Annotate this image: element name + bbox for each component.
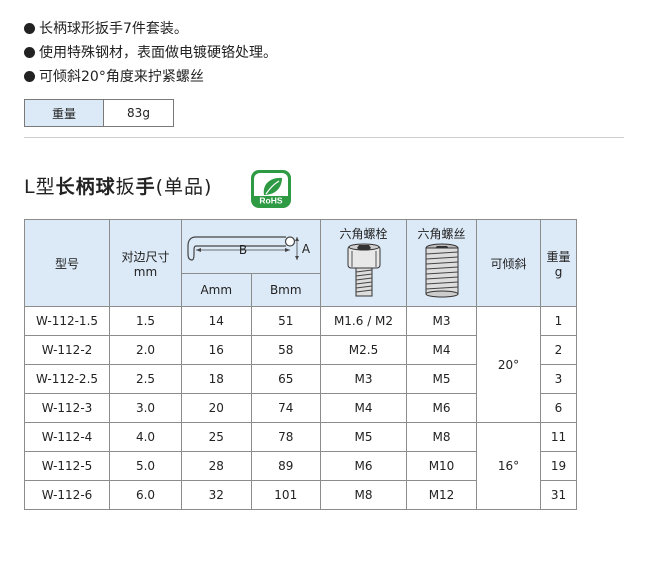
weight-value: 83g [103, 99, 174, 127]
cell-model: W-112-2.5 [24, 364, 110, 394]
cell-a: 16 [181, 335, 252, 365]
cell-model: W-112-2 [24, 335, 110, 365]
cell-bolt: M5 [320, 422, 407, 452]
feature-text: 可倾斜20°角度来拧紧螺丝 [39, 69, 204, 85]
header-b: Bmm [250, 273, 321, 307]
header-a: Amm [181, 273, 252, 307]
feature-text: 使用特殊钢材，表面做电镀硬铬处理。 [39, 45, 277, 61]
cell-bolt: M4 [320, 393, 407, 423]
bullet-icon [24, 46, 35, 58]
cell-b: 89 [250, 451, 321, 481]
cell-screw: M3 [406, 306, 477, 336]
cell-weight: 6 [540, 393, 577, 423]
cell-size: 5.0 [109, 451, 182, 481]
cell-model: W-112-3 [24, 393, 110, 423]
cell-b: 51 [250, 306, 321, 336]
rohs-logo: RoHS [251, 170, 291, 208]
header-tilt: 可倾斜 [476, 219, 541, 307]
cell-model: W-112-6 [24, 480, 110, 510]
cell-weight: 1 [540, 306, 577, 336]
cell-model: W-112-4 [24, 422, 110, 452]
wrench-drawing-icon: B A [187, 236, 311, 261]
cell-bolt: M1.6 / M2 [320, 306, 407, 336]
cell-size: 3.0 [109, 393, 182, 423]
cell-size: 2.5 [109, 364, 182, 394]
cell-screw: M4 [406, 335, 477, 365]
header-hex-screw: 六角螺丝 [406, 219, 477, 307]
cell-a: 25 [181, 422, 252, 452]
cell-bolt: M8 [320, 480, 407, 510]
cell-tilt-group: 16° [476, 422, 541, 510]
svg-text:A: A [302, 242, 311, 256]
cell-bolt: M2.5 [320, 335, 407, 365]
cell-b: 58 [250, 335, 321, 365]
cell-b: 101 [250, 480, 321, 510]
header-weight: 重量 g [540, 219, 577, 307]
cell-a: 20 [181, 393, 252, 423]
cell-a: 18 [181, 364, 252, 394]
cell-a: 14 [181, 306, 252, 336]
cell-a: 32 [181, 480, 252, 510]
svg-text:B: B [239, 243, 247, 257]
table-row: W-112-1.5 1.5 14 51 M1.6 / M2 M3 20° 1 [24, 306, 577, 423]
cell-b: 65 [250, 364, 321, 394]
cell-screw: M12 [406, 480, 477, 510]
header-model: 型号 [24, 219, 110, 307]
cell-size: 2.0 [109, 335, 182, 365]
hex-screw-icon [425, 243, 458, 298]
cell-tilt-group: 20° [476, 306, 541, 423]
cell-screw: M5 [406, 364, 477, 394]
bullet-icon [24, 22, 35, 34]
cell-weight: 2 [540, 335, 577, 365]
cell-size: 4.0 [109, 422, 182, 452]
cell-weight: 31 [540, 480, 577, 510]
header-size: 对边尺寸 mm [109, 219, 182, 307]
cell-weight: 3 [540, 364, 577, 394]
table-row: W-112-4 4.0 25 78 M5 M8 16° 11 [24, 422, 577, 510]
cell-size: 1.5 [109, 306, 182, 336]
header-dimension-drawing: B A [181, 219, 321, 274]
cell-b: 78 [250, 422, 321, 452]
feature-list: 长柄球形扳手7件套装。 使用特殊钢材，表面做电镀硬铬处理。 可倾斜20°角度来拧… [24, 16, 277, 88]
feature-item: 长柄球形扳手7件套装。 [24, 16, 277, 40]
svg-text:RoHS: RoHS [259, 196, 282, 206]
section-title: L型长柄球扳手(单品) [24, 176, 213, 198]
cell-model: W-112-5 [24, 451, 110, 481]
cell-screw: M8 [406, 422, 477, 452]
feature-text: 长柄球形扳手7件套装。 [39, 21, 188, 37]
cell-size: 6.0 [109, 480, 182, 510]
header-hex-bolt: 六角螺栓 [320, 219, 407, 307]
weight-summary: 重量 83g [24, 99, 174, 127]
cell-bolt: M3 [320, 364, 407, 394]
cell-model: W-112-1.5 [24, 306, 110, 336]
cell-screw: M6 [406, 393, 477, 423]
section-divider [24, 137, 624, 138]
cell-bolt: M6 [320, 451, 407, 481]
cell-screw: M10 [406, 451, 477, 481]
spec-table: 型号 对边尺寸 mm B A 六角螺栓 六角螺丝 可倾斜 重量 g Amm Bm… [24, 219, 577, 510]
cell-weight: 11 [540, 422, 577, 452]
weight-label: 重量 [24, 99, 104, 127]
cell-b: 74 [250, 393, 321, 423]
feature-item: 可倾斜20°角度来拧紧螺丝 [24, 64, 277, 88]
cell-a: 28 [181, 451, 252, 481]
hex-bolt-icon [347, 243, 380, 297]
feature-item: 使用特殊钢材，表面做电镀硬铬处理。 [24, 40, 277, 64]
bullet-icon [24, 70, 35, 82]
cell-weight: 19 [540, 451, 577, 481]
